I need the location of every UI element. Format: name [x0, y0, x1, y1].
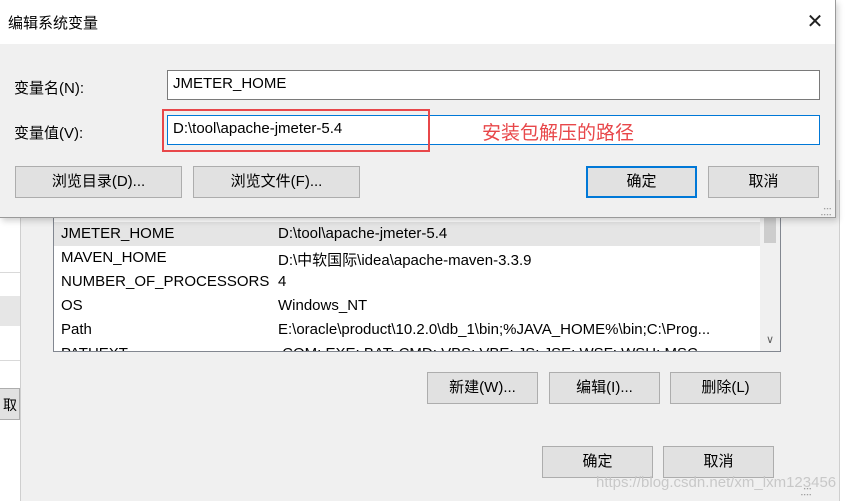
edit-variable-button[interactable]: 编辑(I)...	[549, 372, 660, 404]
cancel-button[interactable]: 取消	[708, 166, 819, 198]
variable-name-cell: OS	[61, 297, 83, 314]
variable-value-cell: D:\tool\apache-jmeter-5.4	[278, 225, 448, 242]
divider	[0, 272, 20, 273]
variable-name-input[interactable]: JMETER_HOME	[167, 70, 820, 100]
variable-value-label: 变量值(V):	[14, 125, 84, 142]
annotation-highlight-box	[162, 109, 430, 152]
system-variables-list[interactable]: JMETER_HOME D:\tool\apache-jmeter-5.4 MAVE…	[53, 210, 781, 352]
edit-system-variable-dialog: 编辑系统变量 ✕ 变量名(N): JMETER_HOME 变量值(V): D:\…	[0, 0, 836, 218]
variable-row[interactable]: PATHEXT .COM;.EXE;.BAT;.CMD;.VBS;.VBE;.JS…	[54, 342, 760, 351]
partial-cancel-button[interactable]: 取	[0, 388, 20, 420]
variable-value-cell: 4	[278, 273, 287, 290]
variable-name-cell: NUMBER_OF_PROCESSORS	[61, 273, 270, 290]
browse-directory-button[interactable]: 浏览目录(D)...	[15, 166, 182, 198]
annotation-text: 安装包解压的路径	[482, 123, 635, 144]
new-variable-button[interactable]: 新建(W)...	[427, 372, 538, 404]
variable-row[interactable]: JMETER_HOME D:\tool\apache-jmeter-5.4	[54, 222, 760, 246]
dialog-title: 编辑系统变量	[8, 15, 99, 32]
variable-row[interactable]: OS Windows_NT	[54, 294, 760, 318]
variable-name-cell: PATHEXT	[61, 345, 128, 351]
browse-file-button[interactable]: 浏览文件(F)...	[193, 166, 360, 198]
variable-row[interactable]: NUMBER_OF_PROCESSORS 4	[54, 270, 760, 294]
variable-value-cell: Windows_NT	[278, 297, 368, 314]
dialog-titlebar[interactable]: 编辑系统变量 ✕	[0, 0, 835, 44]
variable-name-cell: MAVEN_HOME	[61, 249, 167, 266]
list-scrollbar[interactable]: ∨	[760, 211, 780, 351]
background-panel	[0, 296, 20, 326]
divider	[0, 360, 20, 361]
delete-variable-button[interactable]: 删除(L)	[670, 372, 781, 404]
background-window-edge: 取	[0, 180, 20, 501]
watermark: https://blog.csdn.net/xm_lxm123456	[596, 474, 837, 491]
resize-grip-icon[interactable]: ⠠⠤ ⠤⠤	[820, 203, 832, 218]
variable-name-cell: Path	[61, 321, 92, 338]
variable-row[interactable]: MAVEN_HOME D:\中软国际\idea\apache-maven-3.3.…	[54, 246, 760, 270]
chevron-down-icon[interactable]: ∨	[760, 331, 780, 349]
close-icon[interactable]: ✕	[797, 4, 833, 40]
ok-button[interactable]: 确定	[586, 166, 697, 198]
variable-row[interactable]: Path E:\oracle\product\10.2.0\db_1\bin;%J…	[54, 318, 760, 342]
variable-value-cell: .COM;.EXE;.BAT;.CMD;.VBS;.VBE;.JS;.JSE;.…	[278, 345, 698, 351]
variable-name-cell: JMETER_HOME	[61, 225, 175, 242]
variable-value-cell: D:\中软国际\idea\apache-maven-3.3.9	[278, 252, 532, 269]
variable-name-label: 变量名(N):	[14, 80, 84, 97]
variable-value-cell: E:\oracle\product\10.2.0\db_1\bin;%JAVA_…	[278, 321, 711, 338]
